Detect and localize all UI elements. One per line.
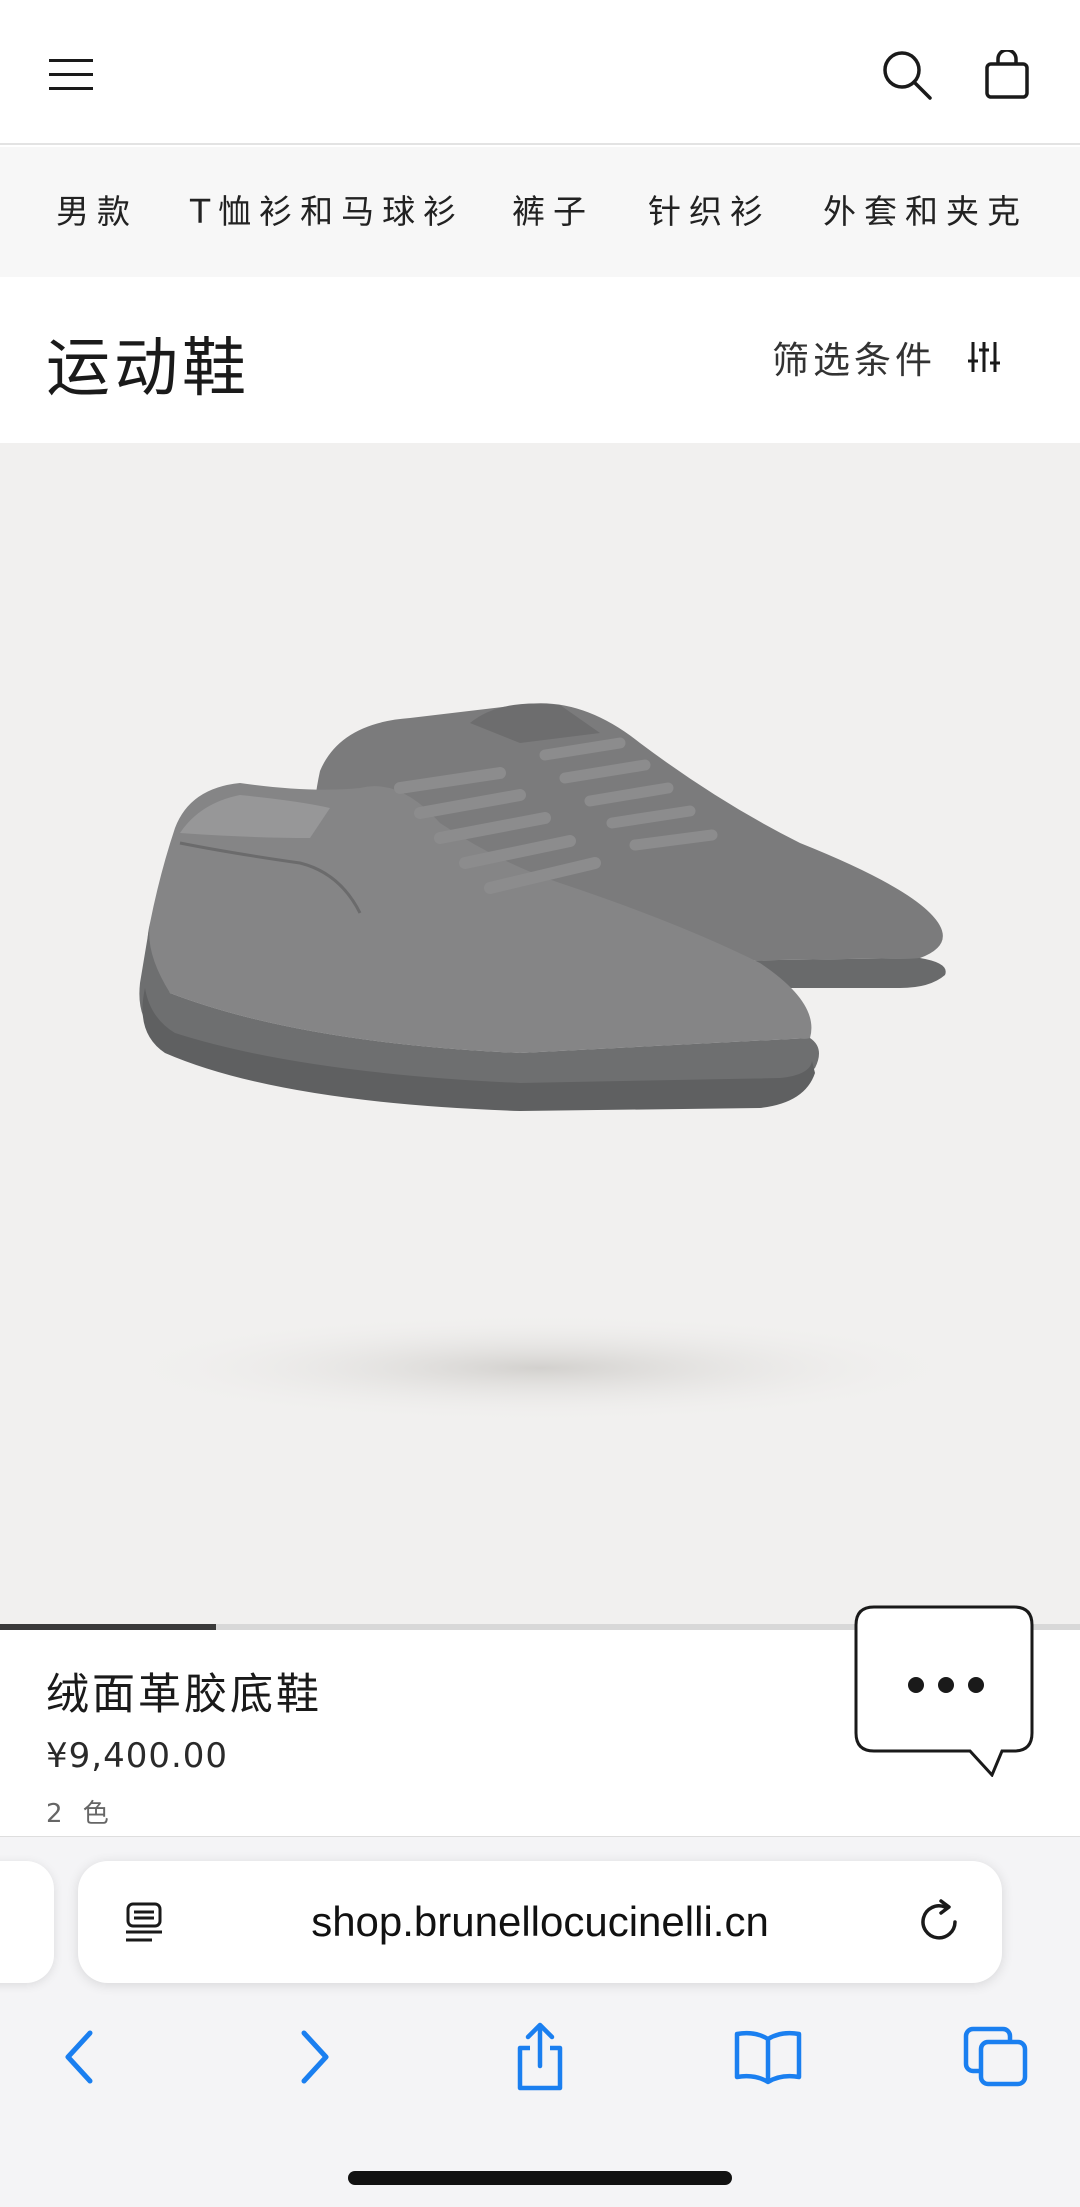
share-icon[interactable] [500,2017,580,2097]
filter-label: 筛选条件 [772,339,936,382]
sliders-icon [968,342,1000,372]
page: 男款 T恤衫和马球衫 裤子 针织衫 外套和夹克 运动鞋 筛选条件 绒面革胶底鞋 … [0,0,1080,2207]
category-nav: 男款 T恤衫和马球衫 裤子 针织衫 外套和夹克 [0,147,1080,277]
site-header [0,0,1080,145]
back-icon[interactable] [40,2017,120,2097]
product-image[interactable] [0,443,1080,1625]
url-text[interactable]: shop.brunellocucinelli.cn [78,1861,1002,1983]
product-price: ¥9,400.00 [46,1736,229,1776]
forward-icon[interactable] [274,2017,354,2097]
address-bar[interactable]: shop.brunellocucinelli.cn [78,1861,1002,1983]
shopping-bag-icon[interactable] [972,40,1042,110]
category-knitwear[interactable]: 针织衫 [648,147,771,277]
product-color-count: 2 色 [46,1799,115,1829]
category-outerwear[interactable]: 外套和夹克 [823,147,1028,277]
reload-icon[interactable] [915,1898,963,1946]
chat-bubble-icon[interactable] [852,1603,1036,1778]
category-tshirts-polos[interactable]: T恤衫和马球衫 [190,147,464,277]
home-indicator [348,2171,732,2185]
category-men[interactable]: 男款 [56,147,138,277]
hamburger-menu-icon[interactable] [36,40,106,110]
product-name[interactable]: 绒面革胶底鞋 [46,1660,322,1722]
browser-chrome: shop.brunellocucinelli.cn [0,1836,1080,2207]
title-row: 运动鞋 筛选条件 [0,277,1080,443]
filter-button[interactable]: 筛选条件 [772,327,1002,387]
category-trousers[interactable]: 裤子 [512,147,594,277]
previous-tab-preview[interactable] [0,1861,54,1983]
tabs-icon[interactable] [956,2017,1036,2097]
search-icon[interactable] [872,40,942,110]
bookmarks-icon[interactable] [728,2017,808,2097]
page-title: 运动鞋 [46,332,250,406]
